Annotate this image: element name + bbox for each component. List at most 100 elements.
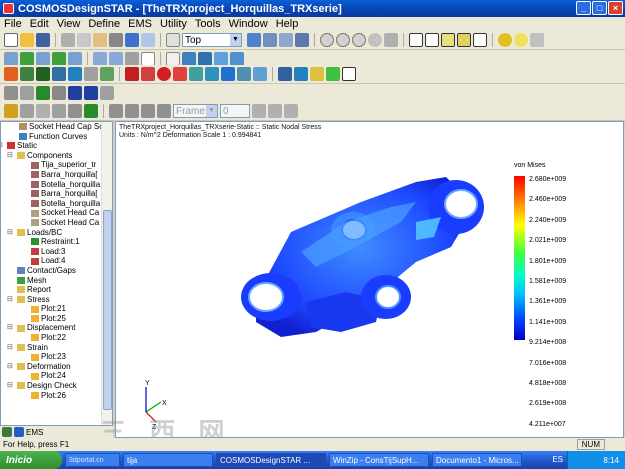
- tree-item[interactable]: Contact/Gaps: [1, 266, 101, 276]
- new-file-icon[interactable]: [4, 33, 18, 47]
- load-icon[interactable]: [125, 67, 139, 81]
- feature-icon[interactable]: [36, 52, 50, 66]
- tool-icon[interactable]: [4, 67, 18, 81]
- step-icon[interactable]: [68, 86, 82, 100]
- start-button[interactable]: Inicio: [0, 451, 62, 469]
- tree-item[interactable]: Plot:26: [1, 391, 101, 401]
- plot-icon[interactable]: [278, 67, 292, 81]
- view-tool-icon[interactable]: [295, 33, 309, 47]
- tree-item[interactable]: Load:3: [1, 247, 101, 257]
- expand-toggle-icon[interactable]: ⊟: [7, 323, 13, 333]
- tree-item[interactable]: Plot:24: [1, 371, 101, 381]
- tree-item[interactable]: Plot:25: [1, 314, 101, 324]
- copy-icon[interactable]: [77, 33, 91, 47]
- select-icon[interactable]: [166, 52, 180, 66]
- plot-icon[interactable]: [326, 67, 340, 81]
- rotate-icon[interactable]: [247, 33, 261, 47]
- whats-this-icon[interactable]: [141, 33, 155, 47]
- tree-item[interactable]: Barra_horquilla[: [1, 189, 101, 199]
- taskbar-item-folder[interactable]: 3dportal.cn: [65, 453, 120, 467]
- pan-icon[interactable]: [263, 33, 277, 47]
- stop-icon[interactable]: [52, 86, 66, 100]
- close-button[interactable]: ×: [608, 1, 623, 15]
- print-icon[interactable]: [109, 33, 123, 47]
- menu-view[interactable]: View: [53, 18, 85, 30]
- menu-help[interactable]: Help: [272, 18, 303, 30]
- tree-item[interactable]: Load:4: [1, 256, 101, 266]
- tool-icon[interactable]: [84, 67, 98, 81]
- ems-tab-icon[interactable]: [14, 427, 24, 437]
- tree-item[interactable]: Socket Head Ca: [1, 218, 101, 228]
- frame-select[interactable]: Frame ▼: [173, 104, 218, 118]
- menu-define[interactable]: Define: [84, 18, 124, 30]
- feature-icon[interactable]: [52, 52, 66, 66]
- anim-icon[interactable]: [20, 86, 34, 100]
- tool-icon[interactable]: [68, 104, 82, 118]
- hidden-lines-icon[interactable]: [425, 33, 439, 47]
- mesh-icon[interactable]: [189, 67, 203, 81]
- tool-icon[interactable]: [4, 104, 18, 118]
- nav-icon[interactable]: [109, 104, 123, 118]
- component-icon[interactable]: [182, 52, 196, 66]
- tree-item[interactable]: ⊟ Design Check: [1, 381, 101, 391]
- taskbar-item-cosmos[interactable]: COSMOSDesignSTAR ...: [216, 453, 326, 467]
- tool-icon[interactable]: [20, 104, 34, 118]
- expand-toggle-icon[interactable]: ⊟: [7, 343, 13, 353]
- anim-icon[interactable]: [100, 86, 114, 100]
- menu-file[interactable]: File: [0, 18, 26, 30]
- feature-icon[interactable]: [68, 52, 82, 66]
- tree-item[interactable]: Socket Head Ca: [1, 208, 101, 218]
- expand-toggle-icon[interactable]: ⊟: [7, 228, 13, 238]
- tool-icon[interactable]: [52, 104, 66, 118]
- select-arrow-icon[interactable]: [166, 33, 180, 47]
- nav-icon[interactable]: [125, 104, 139, 118]
- plot-icon[interactable]: [342, 67, 356, 81]
- settings-icon[interactable]: [530, 33, 544, 47]
- menu-tools[interactable]: Tools: [191, 18, 225, 30]
- menu-ems[interactable]: EMS: [124, 18, 156, 30]
- step-icon[interactable]: [84, 86, 98, 100]
- expand-toggle-icon[interactable]: ⊟: [1, 141, 3, 151]
- text-icon[interactable]: [141, 52, 155, 66]
- zoom-out-icon[interactable]: [352, 33, 366, 47]
- run-icon[interactable]: [157, 67, 171, 81]
- tool-icon[interactable]: [252, 104, 266, 118]
- tool-icon[interactable]: [268, 104, 282, 118]
- expand-toggle-icon[interactable]: ⊟: [7, 151, 13, 161]
- mesh-icon[interactable]: [237, 67, 251, 81]
- mesh-icon[interactable]: [205, 67, 219, 81]
- play-icon[interactable]: [84, 104, 98, 118]
- tool-icon[interactable]: [68, 67, 82, 81]
- clock[interactable]: 8:14: [603, 456, 619, 465]
- taskbar-item-winzip[interactable]: WinZip - ConsTijSupH...: [329, 453, 429, 467]
- nav-icon[interactable]: [157, 104, 171, 118]
- tree-item[interactable]: Function Curves: [1, 132, 101, 142]
- open-folder-icon[interactable]: [20, 33, 34, 47]
- expand-toggle-icon[interactable]: ⊟: [7, 381, 13, 391]
- tree-tab-icon[interactable]: [2, 427, 12, 437]
- anim-icon[interactable]: [4, 86, 18, 100]
- menu-window[interactable]: Window: [225, 18, 272, 30]
- sketch-icon[interactable]: [109, 52, 123, 66]
- zoom-fit-icon[interactable]: [320, 33, 334, 47]
- expand-toggle-icon[interactable]: ⊟: [7, 295, 13, 305]
- tree-item[interactable]: ⊟ Static: [1, 141, 101, 151]
- tree-item[interactable]: ⊟ Loads/BC: [1, 228, 101, 238]
- minimize-button[interactable]: _: [576, 1, 591, 15]
- tool-icon[interactable]: [36, 104, 50, 118]
- title-bar[interactable]: COSMOSDesignSTAR - [TheTRXproject_Horqui…: [0, 0, 625, 17]
- shaded-icon[interactable]: [441, 33, 455, 47]
- tree-item[interactable]: ⊟ Strain: [1, 343, 101, 353]
- feature-icon[interactable]: [4, 52, 18, 66]
- zoom-in-icon[interactable]: [336, 33, 350, 47]
- component-icon[interactable]: [230, 52, 244, 66]
- taskbar-item-tija[interactable]: tija: [123, 453, 213, 467]
- language-indicator[interactable]: ES: [552, 455, 563, 464]
- play-icon[interactable]: [36, 86, 50, 100]
- tree-item[interactable]: ⊟ Deformation: [1, 362, 101, 372]
- nav-icon[interactable]: [141, 104, 155, 118]
- view-orientation-select[interactable]: Top ▼: [182, 33, 242, 47]
- frame-value-field[interactable]: 0: [220, 104, 250, 118]
- light-icon[interactable]: [498, 33, 512, 47]
- tree-item[interactable]: ⊟ Stress: [1, 295, 101, 305]
